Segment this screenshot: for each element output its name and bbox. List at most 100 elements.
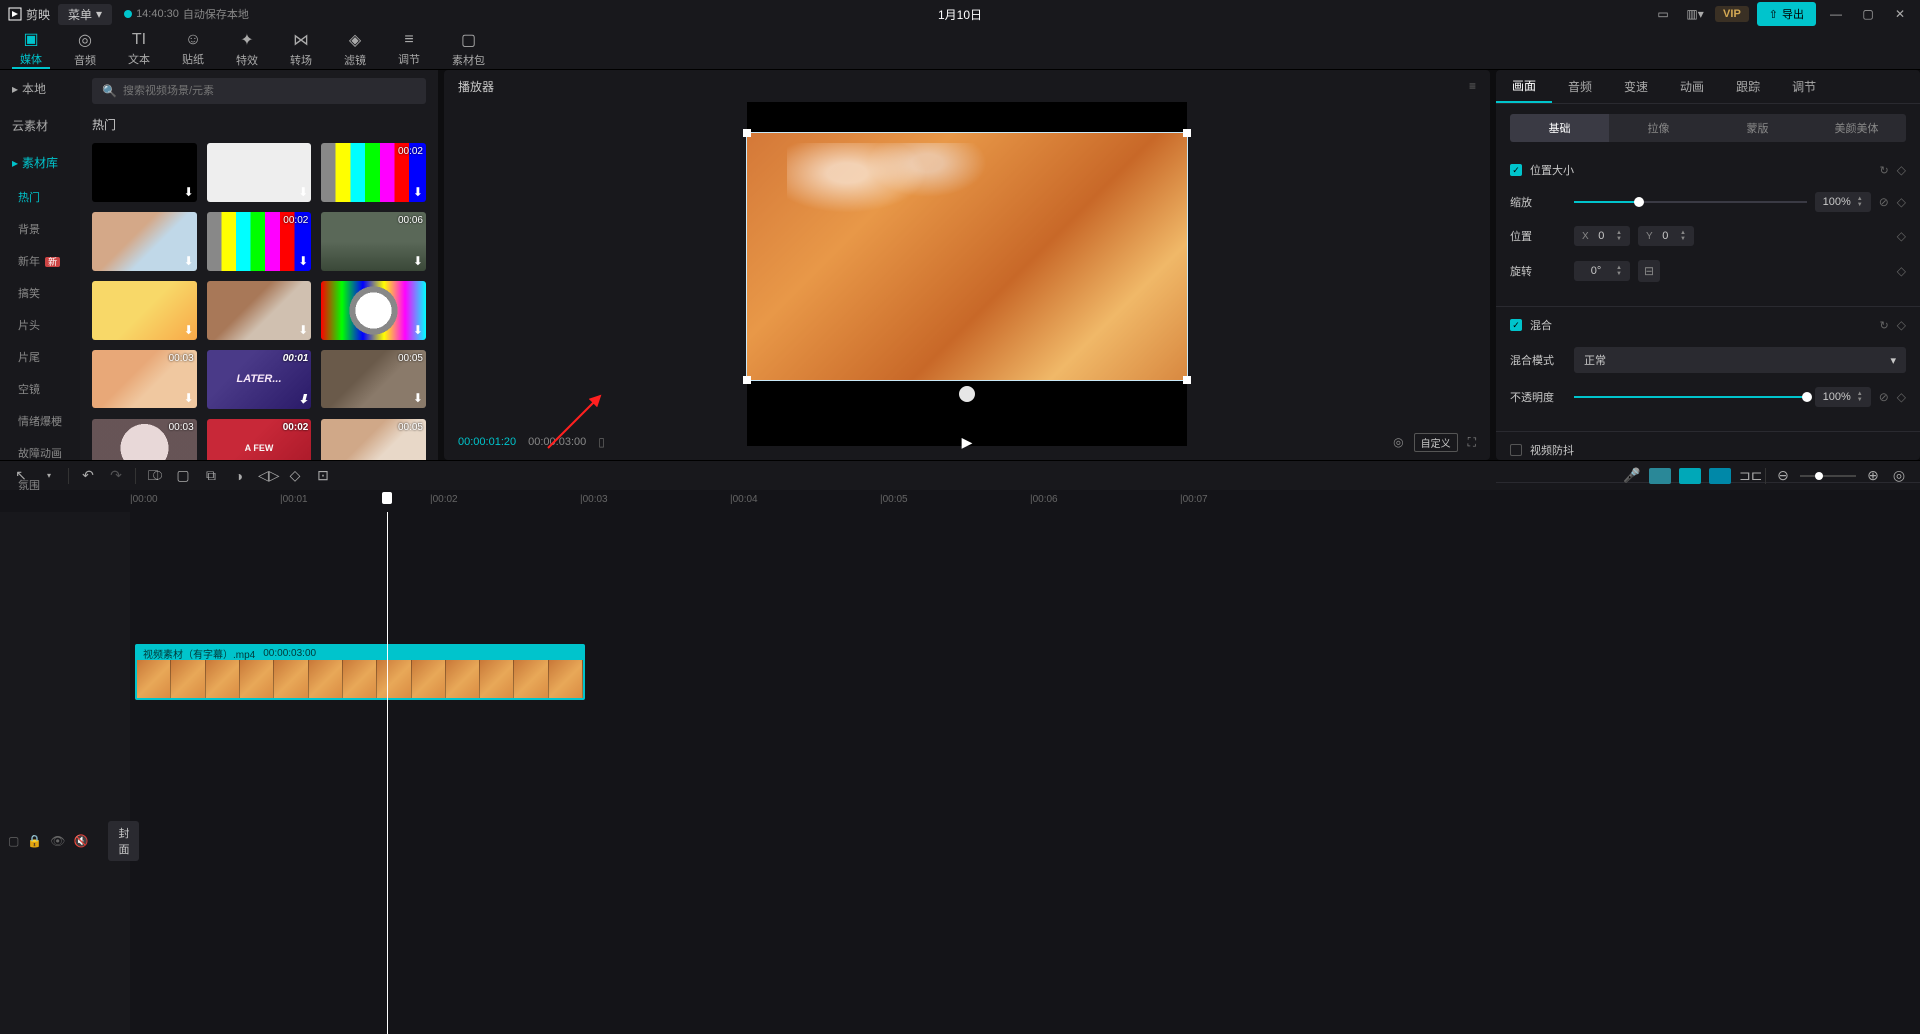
- keyframe-icon[interactable]: ◇: [1897, 163, 1906, 177]
- mic-icon[interactable]: 🎤: [1623, 467, 1641, 484]
- cover-button[interactable]: 封面: [108, 821, 139, 861]
- media-subcategory[interactable]: 新年 新: [0, 245, 80, 277]
- blend-mode-select[interactable]: 正常 ▾: [1574, 347, 1906, 373]
- track-color-2[interactable]: [1679, 468, 1701, 484]
- blend-keyframe-icon[interactable]: ◇: [1897, 318, 1906, 332]
- video-frame[interactable]: [747, 133, 1187, 380]
- nav-item-2[interactable]: TI文本: [120, 28, 158, 69]
- rotation-keyframe-icon[interactable]: ◇: [1897, 264, 1906, 278]
- media-subcategory[interactable]: 搞笑: [0, 277, 80, 309]
- position-keyframe-icon[interactable]: ◇: [1897, 229, 1906, 243]
- media-thumbnail[interactable]: 00:03⬇: [92, 350, 197, 409]
- player-canvas[interactable]: [747, 102, 1187, 446]
- props-tab[interactable]: 调节: [1776, 70, 1832, 103]
- nav-item-3[interactable]: ☺贴纸: [174, 28, 212, 69]
- download-icon[interactable]: ⬇: [298, 392, 308, 406]
- scale-keyframe-icon[interactable]: ◇: [1897, 195, 1906, 209]
- media-thumbnail[interactable]: LATER...00:01⬇: [207, 350, 312, 409]
- nav-item-6[interactable]: ◈滤镜: [336, 28, 374, 69]
- track-lock-icon[interactable]: 🔒: [27, 834, 42, 848]
- props-subtab[interactable]: 拉像: [1609, 114, 1708, 142]
- props-subtab[interactable]: 基础: [1510, 114, 1609, 142]
- maximize-button[interactable]: ▢: [1856, 3, 1880, 25]
- magnet-icon[interactable]: ⊐⊏: [1739, 467, 1757, 484]
- project-title[interactable]: 1月10日: [938, 6, 982, 23]
- rotate-handle[interactable]: [959, 386, 975, 402]
- timeline-area[interactable]: ▢ 🔒 👁 🔇 封面 视频素材（有字幕）.mp4 00:00:03:00: [0, 512, 1920, 1034]
- media-thumbnail[interactable]: A FEW00:02⬇: [207, 419, 312, 461]
- play-button[interactable]: ▶: [962, 434, 973, 451]
- reverse-tool[interactable]: ◑: [230, 468, 248, 484]
- aspect-lock-button[interactable]: ⊟: [1638, 260, 1660, 282]
- track-color-3[interactable]: [1709, 468, 1731, 484]
- nav-item-5[interactable]: ⋈转场: [282, 28, 320, 69]
- download-icon[interactable]: ⬇: [298, 323, 308, 337]
- video-clip[interactable]: 视频素材（有字幕）.mp4 00:00:03:00: [135, 644, 585, 700]
- mirror-tool[interactable]: ◁▷: [258, 467, 276, 484]
- zoom-fit-icon[interactable]: ◎: [1890, 467, 1908, 484]
- media-subcategory[interactable]: 热门: [0, 181, 80, 213]
- search-input[interactable]: [123, 85, 416, 97]
- download-icon[interactable]: ⬇: [184, 254, 194, 268]
- media-subcategory[interactable]: 空镜: [0, 373, 80, 405]
- select-tool[interactable]: ↖: [12, 467, 30, 484]
- download-icon[interactable]: ⬇: [413, 254, 423, 268]
- menu-button[interactable]: 菜单 ▾: [58, 4, 112, 25]
- download-icon[interactable]: ⬇: [413, 185, 423, 199]
- opacity-keyframe-icon[interactable]: ◇: [1897, 390, 1906, 404]
- track-visible-icon[interactable]: 👁: [50, 834, 65, 848]
- reset-icon[interactable]: ↻: [1880, 164, 1889, 177]
- props-tab[interactable]: 画面: [1496, 70, 1552, 103]
- split-tool[interactable]: ⎄: [146, 467, 164, 484]
- opacity-value[interactable]: 100%▲▼: [1815, 387, 1871, 407]
- props-subtab[interactable]: 蒙版: [1708, 114, 1807, 142]
- download-icon[interactable]: ⬇: [184, 323, 194, 337]
- media-thumbnail[interactable]: 00:03⬇: [92, 419, 197, 461]
- crop-tool[interactable]: ⊡: [314, 467, 332, 484]
- fullscreen-icon[interactable]: ⛶: [1468, 435, 1476, 450]
- search-box[interactable]: 🔍: [92, 78, 426, 104]
- track-mute-icon[interactable]: 🔇: [74, 834, 89, 848]
- media-thumbnail[interactable]: ⬇: [92, 212, 197, 271]
- shortcut-icon[interactable]: ▭: [1651, 3, 1675, 25]
- media-category[interactable]: 云素材: [0, 107, 80, 144]
- zoom-in-icon[interactable]: ⊕: [1864, 467, 1882, 484]
- props-tab[interactable]: 动画: [1664, 70, 1720, 103]
- nav-item-8[interactable]: ▢素材包: [444, 28, 493, 69]
- media-thumbnail[interactable]: 00:02⬇: [207, 212, 312, 271]
- download-icon[interactable]: ⬇: [298, 254, 308, 268]
- stabilize-checkbox[interactable]: [1510, 444, 1522, 456]
- media-subcategory[interactable]: 故障动画: [0, 437, 80, 469]
- nav-item-7[interactable]: ≡调节: [390, 28, 428, 69]
- nav-item-4[interactable]: ✦特效: [228, 28, 266, 69]
- download-icon[interactable]: ⬇: [298, 185, 308, 199]
- timeline-ruler[interactable]: |00:00|00:01|00:02|00:03|00:04|00:05|00:…: [0, 490, 1920, 512]
- compare-icon[interactable]: ◎: [1393, 435, 1403, 449]
- media-subcategory[interactable]: 情绪爆梗: [0, 405, 80, 437]
- select-dropdown[interactable]: ▾: [40, 471, 58, 480]
- resize-handle-tr[interactable]: [1183, 129, 1191, 137]
- position-y-input[interactable]: Y0▲▼: [1638, 226, 1694, 246]
- opacity-slider[interactable]: [1574, 396, 1807, 398]
- rotation-input[interactable]: 0°▲▼: [1574, 261, 1630, 281]
- nav-item-0[interactable]: ▣媒体: [12, 28, 50, 69]
- scale-lock-icon[interactable]: ⊘: [1879, 195, 1889, 209]
- opacity-lock-icon[interactable]: ⊘: [1879, 390, 1889, 404]
- vip-badge[interactable]: VIP: [1715, 6, 1749, 22]
- layout-icon[interactable]: ▥▾: [1683, 3, 1707, 25]
- minimize-button[interactable]: —: [1824, 3, 1848, 25]
- media-thumbnail[interactable]: 00:02⬇: [321, 143, 426, 202]
- media-subcategory[interactable]: 背景: [0, 213, 80, 245]
- zoom-out-icon[interactable]: ⊖: [1774, 467, 1792, 484]
- media-thumbnail[interactable]: 00:05⬇: [321, 350, 426, 409]
- export-button[interactable]: ⇧ 导出: [1757, 2, 1816, 26]
- delete-tool[interactable]: ▢: [174, 467, 192, 484]
- nav-item-1[interactable]: ◎音频: [66, 28, 104, 69]
- props-tab[interactable]: 变速: [1608, 70, 1664, 103]
- props-subtab[interactable]: 美颜美体: [1807, 114, 1906, 142]
- media-category[interactable]: ▸素材库: [0, 144, 80, 181]
- props-tab[interactable]: 跟踪: [1720, 70, 1776, 103]
- media-thumbnail[interactable]: ⬇: [92, 143, 197, 202]
- media-thumbnail[interactable]: ⬇: [207, 143, 312, 202]
- time-toggle-icon[interactable]: ▯: [598, 435, 605, 449]
